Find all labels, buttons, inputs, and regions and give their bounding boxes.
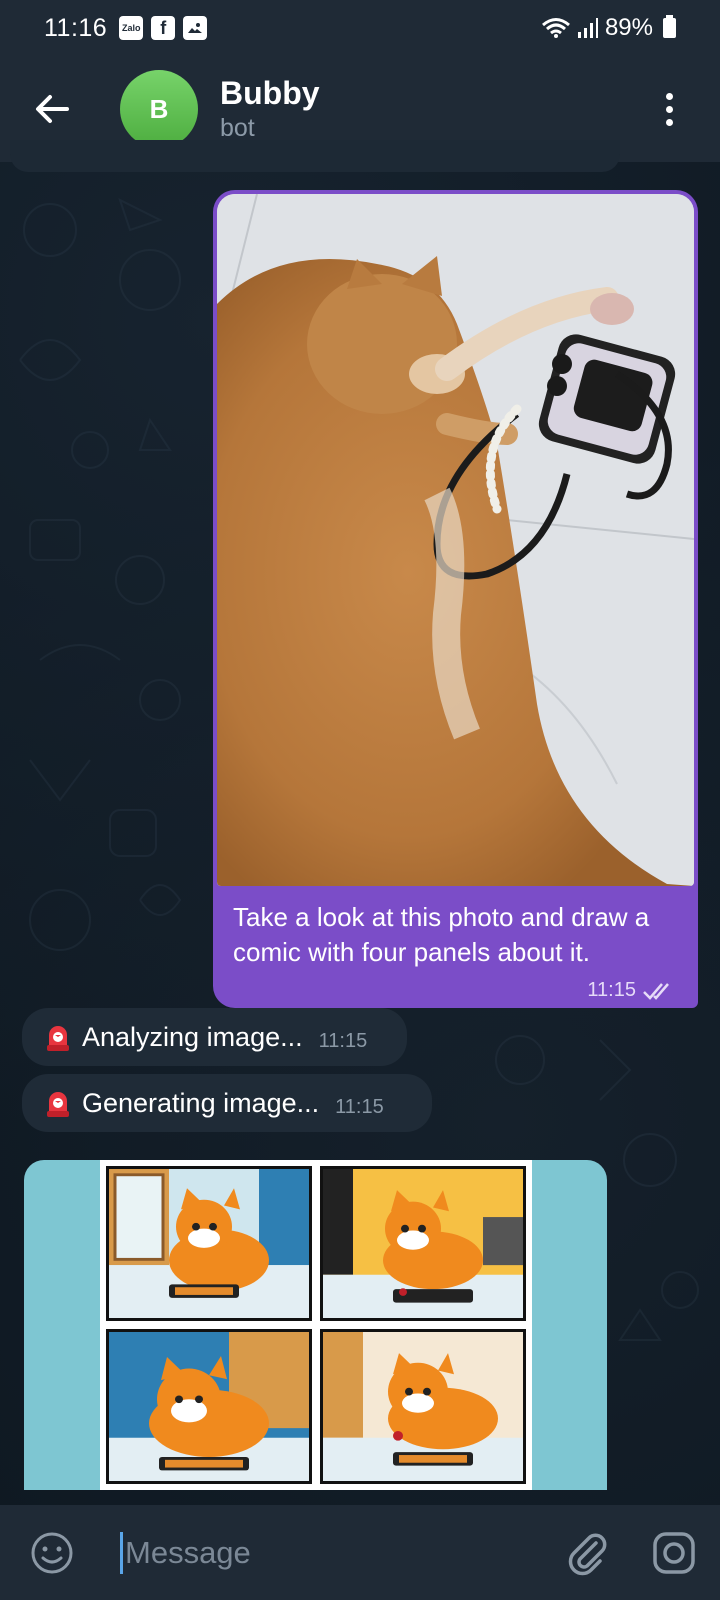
incoming-message-time: 11:15 bbox=[335, 1095, 384, 1118]
chat-title: Bubby bbox=[220, 75, 320, 111]
incoming-status-message[interactable]: Analyzing image... 11:15 bbox=[22, 1008, 407, 1066]
sent-photo[interactable] bbox=[217, 194, 694, 886]
siren-icon bbox=[47, 1092, 69, 1117]
notification-icons: Zalo f bbox=[119, 16, 208, 40]
status-time: 11:16 bbox=[44, 13, 108, 42]
outgoing-message-time: 11:15 bbox=[587, 979, 636, 1001]
paperclip-icon[interactable] bbox=[562, 1529, 610, 1577]
comic-panel-2 bbox=[320, 1166, 526, 1321]
outgoing-message[interactable]: Take a look at this photo and draw a com… bbox=[213, 190, 698, 1008]
signal-icon bbox=[577, 18, 598, 38]
message-input[interactable] bbox=[125, 1534, 552, 1571]
more-vertical-icon-dot bbox=[665, 105, 673, 113]
incoming-message-text: Analyzing image... bbox=[82, 1021, 303, 1052]
cat-with-phone-photo bbox=[217, 194, 694, 886]
outgoing-message-text: Take a look at this photo and draw a com… bbox=[233, 902, 650, 967]
message-input-bar bbox=[0, 1505, 720, 1600]
more-vertical-icon bbox=[665, 92, 673, 100]
more-menu-button[interactable] bbox=[654, 79, 684, 139]
siren-icon bbox=[47, 1026, 69, 1051]
previous-message-partial bbox=[10, 140, 620, 172]
battery-icon bbox=[663, 15, 676, 38]
emoji-icon[interactable] bbox=[28, 1529, 76, 1577]
arrow-left-icon bbox=[36, 95, 69, 123]
zalo-icon: Zalo bbox=[119, 16, 144, 40]
outgoing-message-meta: 11:15 bbox=[587, 979, 676, 1002]
facebook-icon: f bbox=[151, 16, 176, 40]
incoming-status-message[interactable]: Generating image... 11:15 bbox=[22, 1074, 432, 1132]
comic-four-panels bbox=[100, 1160, 532, 1490]
comic-panel-1 bbox=[106, 1166, 312, 1321]
generated-comic-image[interactable] bbox=[24, 1160, 607, 1490]
status-bar: 11:16 Zalo f 89% bbox=[0, 0, 720, 56]
avatar[interactable]: B bbox=[120, 70, 198, 148]
more-vertical-icon-dot bbox=[665, 118, 673, 126]
chat-title-block[interactable]: Bubby bot bbox=[220, 74, 320, 144]
back-button[interactable] bbox=[22, 79, 82, 139]
comic-panel-4 bbox=[320, 1329, 526, 1484]
wifi-icon bbox=[541, 18, 570, 38]
comic-panel-3 bbox=[106, 1329, 312, 1484]
double-check-icon bbox=[643, 982, 669, 1000]
incoming-message-text: Generating image... bbox=[82, 1087, 320, 1118]
incoming-message-time: 11:15 bbox=[318, 1029, 368, 1052]
camera-icon[interactable] bbox=[650, 1529, 698, 1577]
battery-percent: 89% bbox=[604, 14, 653, 41]
status-right: 89% bbox=[541, 14, 676, 42]
gallery-icon bbox=[183, 16, 208, 40]
text-cursor bbox=[120, 1531, 123, 1574]
